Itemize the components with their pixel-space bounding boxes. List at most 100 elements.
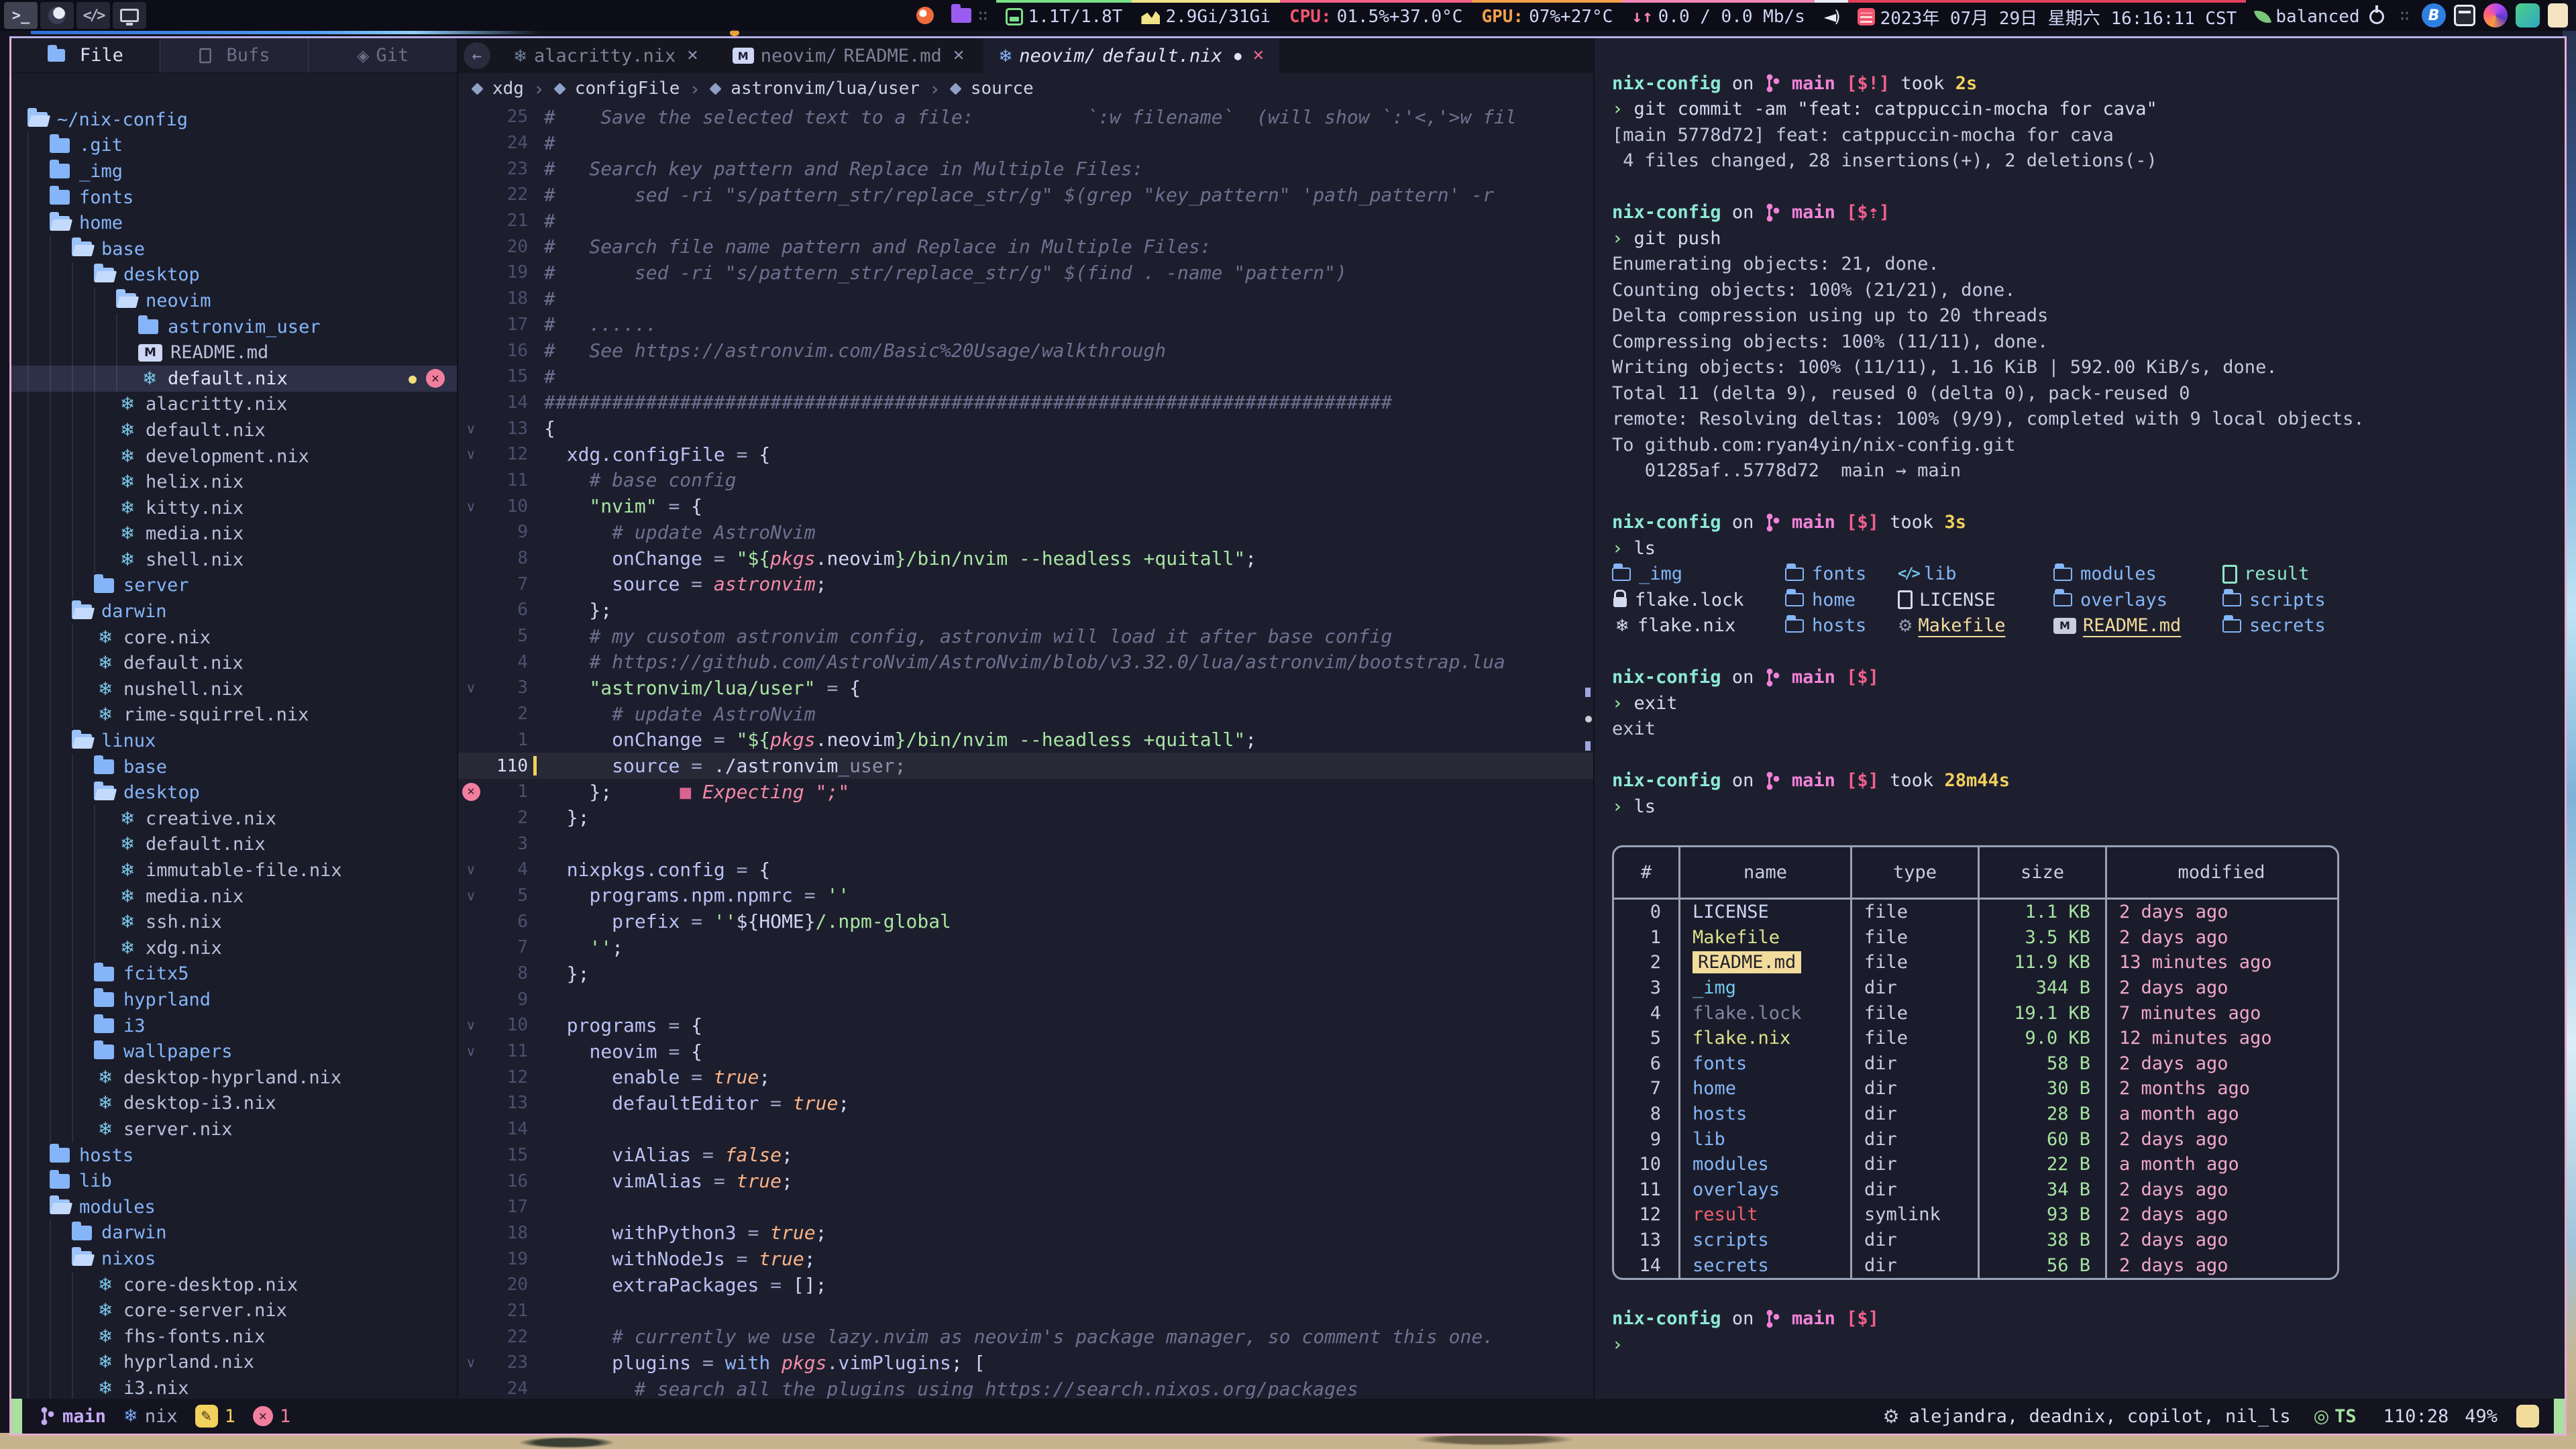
tree-item-README.md[interactable]: MREADME.md bbox=[11, 339, 457, 366]
tree-item-immutable-file.nix[interactable]: ❄immutable-file.nix bbox=[11, 857, 457, 883]
code-line[interactable]: 20# Search file name pattern and Replace… bbox=[458, 233, 1593, 260]
tree-item-.git[interactable]: .git bbox=[11, 133, 457, 159]
code-line[interactable]: 7 ''; bbox=[458, 934, 1593, 961]
git-branch-status[interactable]: main bbox=[40, 1406, 106, 1427]
tree-item-alacritty.nix[interactable]: ❄alacritty.nix bbox=[11, 392, 457, 418]
tree-item-fhs-fonts.nix[interactable]: ❄fhs-fonts.nix bbox=[11, 1324, 457, 1350]
code-line[interactable]: 8 onChange = "${pkgs.neovim}/bin/nvim --… bbox=[458, 545, 1593, 572]
tree-item-default.nix[interactable]: ❄default.nix bbox=[11, 417, 457, 443]
tree-item-creative.nix[interactable]: ❄creative.nix bbox=[11, 806, 457, 832]
tab-README.md[interactable]: Mneovim/README.md✕ bbox=[718, 38, 980, 73]
code-line[interactable]: ∨3 "astronvim/lua/user" = { bbox=[458, 675, 1593, 701]
workspace-code[interactable]: </> bbox=[76, 2, 110, 29]
code-line[interactable]: ∨12 xdg.configFile = { bbox=[458, 441, 1593, 468]
tree-item-hyprland[interactable]: hyprland bbox=[11, 987, 457, 1013]
tree-item-core-server.nix[interactable]: ❄core-server.nix bbox=[11, 1297, 457, 1324]
code-line[interactable]: 2 }; bbox=[458, 805, 1593, 831]
tray-bluetooth-icon[interactable]: B bbox=[2422, 3, 2446, 28]
code-line[interactable]: 13 defaultEditor = true; bbox=[458, 1090, 1593, 1116]
code-editor[interactable]: 25# Save the selected text to a file: `:… bbox=[458, 104, 1593, 1399]
files-icon[interactable] bbox=[951, 8, 971, 23]
tree-item-nixos[interactable]: nixos bbox=[11, 1246, 457, 1272]
tree-item-server.nix[interactable]: ❄server.nix bbox=[11, 1116, 457, 1142]
tray-notes-icon[interactable] bbox=[2548, 3, 2568, 28]
code-line[interactable]: 25# Save the selected text to a file: `:… bbox=[458, 104, 1593, 130]
tree-item-darwin[interactable]: darwin bbox=[11, 1220, 457, 1246]
code-line[interactable]: 16 vimAlias = true; bbox=[458, 1168, 1593, 1194]
tab-close-icon[interactable]: ✕ bbox=[953, 48, 965, 64]
code-line[interactable]: 15# bbox=[458, 364, 1593, 390]
tree-item-desktop-hyprland.nix[interactable]: ❄desktop-hyprland.nix bbox=[11, 1065, 457, 1091]
code-line[interactable]: 12 enable = true; bbox=[458, 1064, 1593, 1090]
code-line[interactable]: 14######################################… bbox=[458, 390, 1593, 416]
code-line[interactable]: 8 }; bbox=[458, 961, 1593, 987]
tab-scroll-back-button[interactable]: ← bbox=[464, 42, 490, 69]
code-line[interactable]: 17# ...... bbox=[458, 312, 1593, 338]
code-line[interactable]: 6 }; bbox=[458, 597, 1593, 623]
code-line[interactable]: 5 # my cusotom astronvim config, astronv… bbox=[458, 623, 1593, 649]
tab-close-icon[interactable]: ✕ bbox=[1252, 48, 1265, 64]
breadcrumb-segment[interactable]: configFile bbox=[575, 78, 680, 99]
code-line[interactable]: ∨4 nixpkgs.config = { bbox=[458, 857, 1593, 883]
code-line[interactable]: ∨13{ bbox=[458, 415, 1593, 441]
code-line[interactable]: ∨5 programs.npm.npmrc = '' bbox=[458, 883, 1593, 909]
tree-item-kitty.nix[interactable]: ❄kitty.nix bbox=[11, 495, 457, 521]
tree-item-base[interactable]: base bbox=[11, 236, 457, 262]
tree-item-fonts[interactable]: fonts bbox=[11, 184, 457, 211]
code-line[interactable]: 1 onChange = "${pkgs.neovim}/bin/nvim --… bbox=[458, 727, 1593, 753]
tree-item-ssh.nix[interactable]: ❄ssh.nix bbox=[11, 909, 457, 935]
code-line[interactable]: ∨23 plugins = with pkgs.vimPlugins; [ bbox=[458, 1350, 1593, 1376]
audio-module[interactable]: ◄) bbox=[1815, 0, 1848, 31]
tree-item-modules[interactable]: modules bbox=[11, 1194, 457, 1220]
tree-item-nix-config[interactable]: ~/nix-config bbox=[11, 107, 457, 133]
code-line[interactable]: 24 # search all the plugins using https:… bbox=[458, 1376, 1593, 1399]
tree-item-server[interactable]: server bbox=[11, 573, 457, 599]
code-line[interactable]: 2 # update AstroNvim bbox=[458, 701, 1593, 727]
modified-count[interactable]: ✎ 1 bbox=[195, 1405, 235, 1428]
code-line[interactable]: 17 bbox=[458, 1194, 1593, 1220]
tray-firefox-icon[interactable] bbox=[2483, 3, 2508, 28]
cpu-module[interactable]: CPU: 01.5%+37.0°C bbox=[1280, 0, 1472, 31]
workspace-browser[interactable] bbox=[40, 2, 74, 29]
code-line[interactable]: 11 # base config bbox=[458, 468, 1593, 494]
code-line[interactable]: 18# bbox=[458, 286, 1593, 312]
tree-item-fcitx5[interactable]: fcitx5 bbox=[11, 961, 457, 987]
code-line[interactable]: 18 withPython3 = true; bbox=[458, 1220, 1593, 1246]
tree-item-default.nix[interactable]: ❄default.nix bbox=[11, 832, 457, 858]
tree-item-desktop[interactable]: desktop bbox=[11, 780, 457, 806]
code-line[interactable]: 110 source = ./astronvim_user; bbox=[458, 753, 1593, 779]
code-line[interactable]: ✕1 }; ■ Expecting ";" bbox=[458, 779, 1593, 805]
code-line[interactable]: 4 # https://github.com/AstroNvim/AstroNv… bbox=[458, 649, 1593, 675]
code-line[interactable]: 19 withNodeJs = true; bbox=[458, 1246, 1593, 1272]
code-line[interactable]: ∨10 programs = { bbox=[458, 1012, 1593, 1038]
code-line[interactable]: 6 prefix = ''${HOME}/.npm-global bbox=[458, 908, 1593, 934]
code-line[interactable]: 24# bbox=[458, 130, 1593, 156]
code-line[interactable]: ∨11 neovim = { bbox=[458, 1038, 1593, 1065]
code-line[interactable]: 19# sed -ri "s/pattern_str/replace_str/g… bbox=[458, 260, 1593, 286]
breadcrumb-segment[interactable]: astronvim/lua/user bbox=[731, 78, 920, 99]
code-line[interactable]: 21# bbox=[458, 208, 1593, 234]
tree-item-wallpapers[interactable]: wallpapers bbox=[11, 1038, 457, 1065]
breadcrumb-segment[interactable]: xdg bbox=[492, 78, 524, 99]
gpu-module[interactable]: GPU: 07%+27°C bbox=[1472, 0, 1622, 31]
code-line[interactable]: 20 extraPackages = []; bbox=[458, 1272, 1593, 1298]
tree-item-media.nix[interactable]: ❄media.nix bbox=[11, 521, 457, 547]
tree-item-darwin[interactable]: darwin bbox=[11, 598, 457, 625]
tree-item-home[interactable]: home bbox=[11, 210, 457, 236]
error-count[interactable]: ✕ 1 bbox=[253, 1406, 290, 1427]
terminal-split[interactable]: nix-config on main [$!] took 2s› git com… bbox=[1593, 38, 2565, 1399]
breadcrumb-segment[interactable]: source bbox=[971, 78, 1034, 99]
tree-item-default.nix[interactable]: ❄default.nix bbox=[11, 650, 457, 676]
disk-module[interactable]: 1.1T/1.8T bbox=[996, 0, 1132, 31]
tab-default.nix[interactable]: ❄neovim/default.nix●✕ bbox=[983, 38, 1279, 73]
code-line[interactable]: 3 bbox=[458, 830, 1593, 857]
code-line[interactable]: 9 # update AstroNvim bbox=[458, 519, 1593, 545]
tree-item-lib[interactable]: lib bbox=[11, 1168, 457, 1194]
code-line[interactable]: 21 bbox=[458, 1298, 1593, 1324]
clock-module[interactable]: 2023年 07月 29日 星期六 16:16:11 CST bbox=[1848, 0, 2247, 31]
code-line[interactable]: 22# sed -ri "s/pattern_str/replace_str/g… bbox=[458, 182, 1593, 208]
tree-item-helix.nix[interactable]: ❄helix.nix bbox=[11, 469, 457, 495]
tree-item-linux[interactable]: linux bbox=[11, 728, 457, 754]
explorer-tab-bufs[interactable]: Bufs bbox=[160, 38, 309, 72]
power-profile-module[interactable]: balanced bbox=[2246, 0, 2393, 31]
